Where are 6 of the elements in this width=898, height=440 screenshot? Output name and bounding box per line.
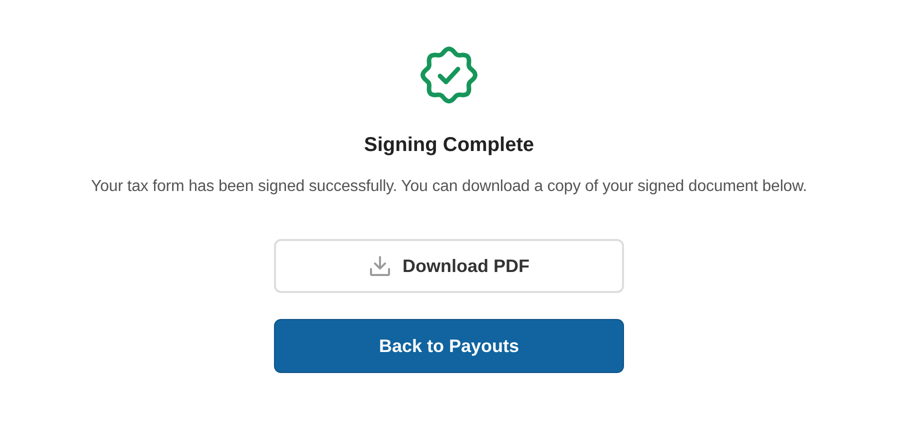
download-button[interactable]: Download PDF xyxy=(274,239,624,293)
message-text: Your tax form has been signed successfully. You can download a copy of your signed document below. xyxy=(91,177,807,197)
heading: Signing Complete xyxy=(364,133,534,157)
verified-badge-icon xyxy=(420,46,478,104)
back-button[interactable]: Back to Payouts xyxy=(274,319,624,373)
download-icon xyxy=(368,255,390,277)
